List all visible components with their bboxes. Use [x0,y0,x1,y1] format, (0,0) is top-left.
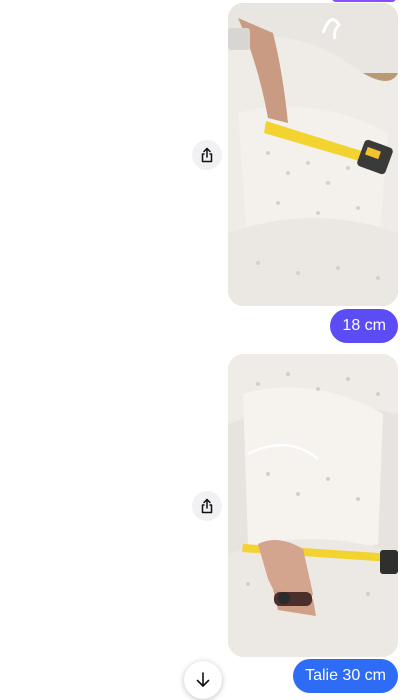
share-button[interactable] [192,491,222,521]
photo-dress-measure-image [228,354,398,657]
previous-message-bubble-edge [332,0,396,2]
message-bubble[interactable]: Talie 30 cm [293,659,398,693]
message-bubble[interactable]: 18 cm [330,309,398,343]
arrow-down-icon [196,672,210,687]
photo-dress-measure-image [228,3,398,306]
share-button[interactable] [192,140,222,170]
share-icon [201,147,213,163]
share-icon [201,498,213,514]
photo-message-1[interactable] [228,3,398,306]
scroll-to-bottom-button[interactable] [184,661,222,699]
photo-message-2[interactable] [228,354,398,657]
